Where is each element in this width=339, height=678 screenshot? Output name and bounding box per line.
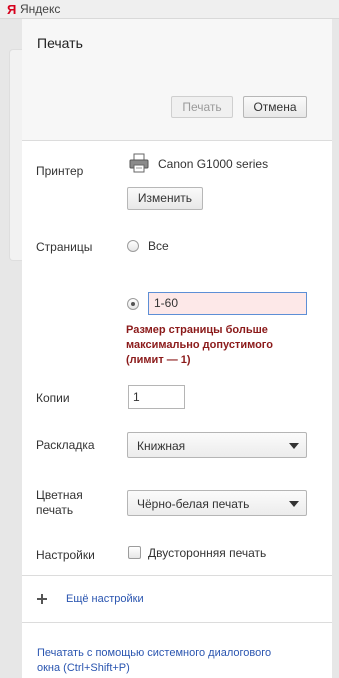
print-dialog: Печать Печать Отмена Принтер Canon G1000… [22,19,332,678]
background-page-right [332,19,339,678]
background-page-left [0,19,24,678]
printer-icon [129,153,149,173]
settings-label: Настройки [36,548,95,562]
color-label-line1: Цветная [36,488,83,502]
yandex-logo-icon: Я [7,2,17,17]
duplex-label: Двусторонняя печать [148,546,267,560]
pages-error-message: Размер страницы больше максимально допус… [126,324,273,366]
divider [22,622,332,623]
print-dialog-header: Печать Печать Отмена [22,19,332,141]
printer-name: Canon G1000 series [158,157,269,171]
layout-selected-value: Книжная [137,439,186,453]
printer-label: Принтер [36,164,84,178]
pages-custom-radio[interactable] [127,298,139,310]
dialog-title: Печать [37,35,83,51]
color-selected-value: Чёрно-белая печать [137,497,250,511]
divider [22,575,332,576]
cancel-button[interactable]: Отмена [243,96,307,118]
color-select[interactable]: Чёрно-белая печать [127,490,307,516]
change-printer-button[interactable]: Изменить [127,187,203,210]
plus-icon [37,594,47,604]
copies-label: Копии [36,391,70,405]
pages-all-label: Все [148,239,169,253]
chevron-down-icon [289,501,299,507]
chevron-down-icon [289,443,299,449]
pages-range-input[interactable]: 1-60 [148,292,307,315]
pages-all-radio[interactable] [127,240,139,252]
system-dialog-link-line1: Печатать с помощью системного диалоговог… [37,647,272,659]
system-dialog-link-line2: окна (Ctrl+Shift+P) [37,662,130,674]
copies-input[interactable]: 1 [128,385,185,409]
print-settings: Принтер Canon G1000 series Изменить Стра… [22,141,332,678]
duplex-checkbox[interactable] [128,546,141,559]
color-label-line2: печать [36,503,74,517]
pages-label: Страницы [36,240,93,254]
tab-title[interactable]: Яндекс [20,2,60,16]
browser-tab-bar: Я Яндекс [0,0,339,19]
system-dialog-link[interactable]: Печатать с помощью системного диалоговог… [37,646,271,676]
print-button[interactable]: Печать [171,96,233,118]
layout-select[interactable]: Книжная [127,432,307,458]
more-settings-link[interactable]: Ещё настройки [66,592,144,607]
layout-label: Раскладка [36,438,95,452]
